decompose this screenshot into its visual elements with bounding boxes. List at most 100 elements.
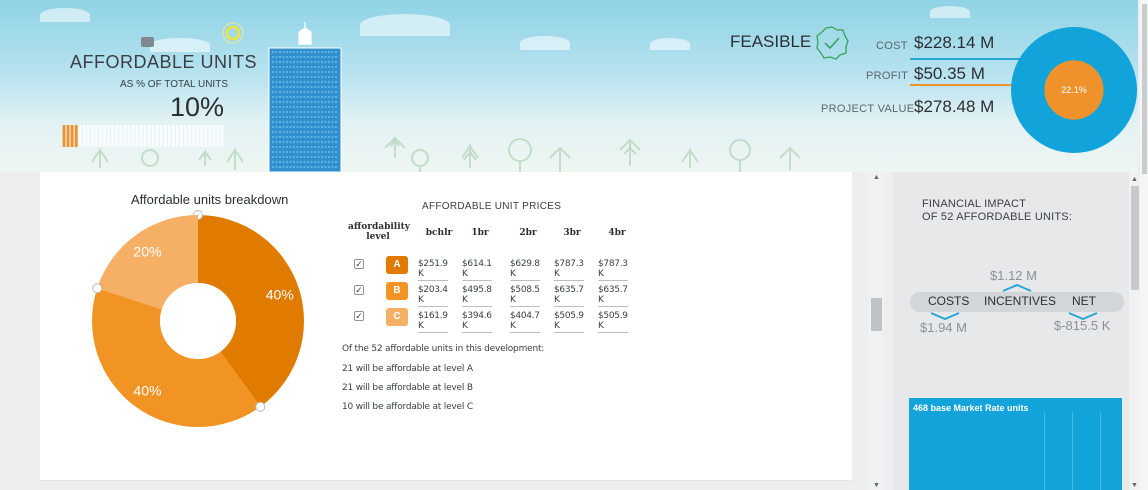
- slider-unit-tick: [196, 125, 200, 147]
- slider-unit-tick: [115, 125, 119, 147]
- level-c-badge[interactable]: C: [386, 308, 408, 326]
- slider-unit-tick: [176, 125, 179, 147]
- price-cell[interactable]: $505.9 K: [598, 311, 628, 333]
- info-icon[interactable]: [141, 37, 154, 47]
- slider-unit-tick: [188, 125, 191, 147]
- page-scrollbar-thumb[interactable]: [1142, 4, 1147, 174]
- financial-impact-title-line2: OF 52 AFFORDABLE UNITS:: [922, 211, 1073, 223]
- slider-unit-tick: [135, 125, 139, 147]
- price-cell[interactable]: $635.7 K: [598, 285, 628, 307]
- slider-unit-tick: [90, 125, 94, 147]
- scroll-up-icon[interactable]: ▲: [1131, 176, 1138, 183]
- cost-value: $228.14 M: [914, 33, 995, 52]
- profit-value: $50.35 M: [914, 64, 985, 83]
- cloud-decoration: [150, 38, 210, 52]
- slider-unit-tick: [123, 125, 127, 147]
- slider-unit-tick: [119, 125, 123, 147]
- price-cell[interactable]: $394.6 K: [462, 311, 492, 333]
- slider-unit-tick: [143, 125, 147, 147]
- slider-unit-tick: [180, 125, 183, 147]
- slider-unit-tick: [139, 125, 143, 147]
- slider-unit-tick: [208, 125, 212, 147]
- slider-unit-tick: [220, 125, 224, 147]
- price-cell[interactable]: $495.8 K: [462, 285, 492, 307]
- feasible-label: FEASIBLE: [730, 32, 812, 51]
- profit-percent-label: 22.1%: [1061, 85, 1087, 95]
- slice-drag-handle[interactable]: [255, 401, 266, 412]
- panel-scrollbar-thumb[interactable]: [871, 298, 882, 331]
- affordable-units-title: AFFORDABLE UNITS: [70, 52, 258, 72]
- costs-label: COSTS: [928, 294, 970, 308]
- market-rate-units-label: 468 base Market Rate units: [913, 403, 1029, 413]
- price-cell[interactable]: $787.3 K: [598, 259, 628, 281]
- cloud-decoration: [40, 8, 90, 22]
- price-cell[interactable]: $505.9 K: [554, 311, 584, 333]
- slider-unit-tick: [200, 125, 204, 147]
- market-unit-divider: [1044, 412, 1045, 490]
- net-value: $-815.5 K: [1054, 318, 1111, 333]
- scroll-down-icon[interactable]: ▼: [873, 482, 880, 489]
- slice-drag-handle[interactable]: [92, 283, 103, 294]
- building-spire: [298, 22, 312, 45]
- affordable-breakdown-donut[interactable]: 40% 40% 20%: [82, 205, 314, 437]
- slider-unit-tick: [107, 125, 110, 147]
- column-header-bchlr: bchlr: [425, 228, 453, 238]
- slider-unit-tick: [99, 125, 102, 147]
- slider-unit-tick: [66, 125, 70, 147]
- slider-unit-tick: [127, 125, 131, 147]
- project-value: $278.48 M: [914, 97, 995, 116]
- level-c-checkbox[interactable]: ✓: [354, 311, 364, 321]
- affordable-units-slider[interactable]: [62, 125, 224, 147]
- price-cell[interactable]: $614.1 K: [462, 259, 492, 281]
- slider-unit-tick: [70, 125, 74, 147]
- cost-label: COST: [876, 40, 908, 52]
- column-header-4br: 4br: [608, 228, 626, 238]
- level-b-note: 21 will be affordable at level B: [342, 383, 473, 393]
- building-illustration: [268, 22, 342, 172]
- affordability-level-header: affordability level: [348, 222, 411, 242]
- slider-unit-tick: [155, 125, 159, 147]
- slider-unit-tick: [192, 125, 196, 147]
- level-b-badge[interactable]: B: [386, 282, 408, 300]
- scroll-down-icon[interactable]: ▼: [1131, 482, 1138, 489]
- slider-unit-tick: [159, 125, 163, 147]
- cloud-decoration: [520, 36, 570, 50]
- slider-unit-tick: [62, 125, 66, 147]
- slider-unit-tick: [103, 125, 106, 147]
- price-cell[interactable]: $203.4 K: [418, 285, 448, 307]
- price-cell[interactable]: $161.9 K: [418, 311, 448, 333]
- dashboard-header: AFFORDABLE UNITS AS % OF TOTAL UNITS 10%…: [0, 0, 1138, 172]
- price-cell[interactable]: $508.5 K: [510, 285, 540, 307]
- column-header-2br: 2br: [519, 228, 537, 238]
- donut-hole: [160, 283, 236, 359]
- financial-impact-title: FINANCIAL IMPACT OF 52 AFFORDABLE UNITS:: [922, 198, 1072, 224]
- price-cell[interactable]: $251.9 K: [418, 259, 448, 281]
- prices-title: AFFORDABLE UNIT PRICES: [422, 201, 562, 212]
- app-frame: AFFORDABLE UNITS AS % OF TOTAL UNITS 10%…: [0, 0, 1148, 490]
- level-c-note: 10 will be affordable at level C: [342, 402, 473, 412]
- panel-scrollbar[interactable]: [868, 172, 884, 490]
- breakdown-slice-label: 40%: [133, 383, 161, 399]
- price-cell[interactable]: $629.8 K: [510, 259, 540, 281]
- impact-scrollbar-thumb[interactable]: [1131, 186, 1139, 290]
- slider-unit-tick: [167, 125, 171, 147]
- financial-impact-title-line1: FINANCIAL IMPACT: [922, 198, 1027, 210]
- costs-chevron-icon: [930, 312, 960, 320]
- check-badge-icon: [816, 26, 849, 60]
- column-header-3br: 3br: [563, 228, 581, 238]
- slider-unit-tick: [171, 125, 175, 147]
- slider-unit-tick: [151, 125, 155, 147]
- price-cell[interactable]: $635.7 K: [554, 285, 584, 307]
- sun-icon: [222, 22, 244, 44]
- affordable-units-subtitle: AS % OF TOTAL UNITS: [120, 79, 228, 90]
- level-a-badge[interactable]: A: [386, 256, 408, 274]
- cloud-decoration: [360, 14, 450, 36]
- price-cell[interactable]: $404.7 K: [510, 311, 540, 333]
- level-a-checkbox[interactable]: ✓: [354, 259, 364, 269]
- price-cell[interactable]: $787.3 K: [554, 259, 584, 281]
- level-b-checkbox[interactable]: ✓: [354, 285, 364, 295]
- scroll-up-icon[interactable]: ▲: [873, 174, 880, 181]
- incentives-chevron-icon: [1002, 284, 1032, 292]
- slider-unit-tick: [111, 125, 115, 147]
- slider-unit-tick: [78, 125, 82, 147]
